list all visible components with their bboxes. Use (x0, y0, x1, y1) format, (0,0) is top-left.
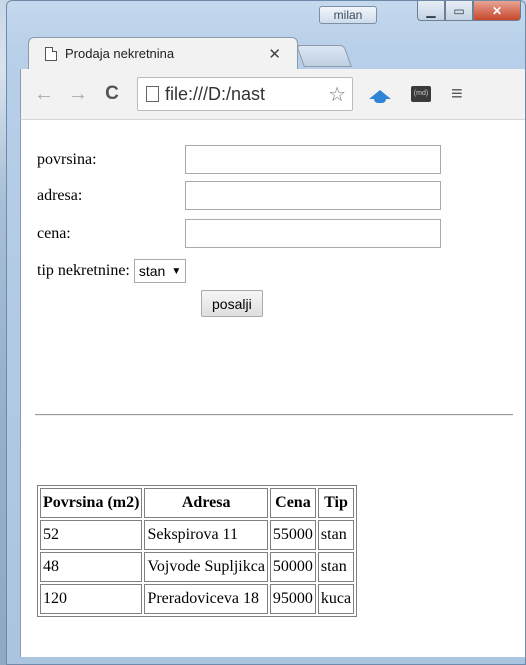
povrsina-input[interactable] (185, 145, 441, 174)
table-row: 48 Vojvode Supljikca 50000 stan (40, 552, 355, 582)
posalji-button[interactable]: posalji (201, 290, 263, 317)
cena-input[interactable] (185, 219, 441, 248)
cell-adresa: Sekspirova 11 (144, 520, 268, 550)
tab-title: Prodaja nekretnina (65, 46, 175, 61)
cell-tip: kuca (317, 584, 355, 614)
cell-adresa: Preradoviceva 18 (144, 584, 268, 614)
cell-cena: 50000 (269, 552, 316, 582)
maximize-button[interactable]: ▭ (445, 1, 473, 21)
cell-adresa: Vojvode Supljikca (144, 552, 268, 582)
browser-toolbar: ← → C file:///D:/nast ☆ (md) ≡ (20, 69, 525, 119)
file-page-icon (146, 86, 159, 102)
form-row-cena: cena: (37, 219, 441, 248)
profile-button[interactable]: milan (319, 6, 377, 24)
header-adresa: Adresa (144, 488, 268, 518)
minimize-icon: ▁ (426, 3, 436, 18)
cell-povrsina: 120 (40, 584, 143, 614)
address-bar[interactable]: file:///D:/nast ☆ (137, 77, 353, 111)
hamburger-menu-icon[interactable]: ≡ (451, 83, 463, 106)
graduation-cap-extension-icon[interactable] (369, 89, 391, 103)
reload-icon[interactable]: C (101, 83, 123, 105)
window-controls: ▁ ▭ ✕ (417, 1, 521, 21)
page-content: povrsina: adresa: cena: tip nekretnine: … (20, 119, 525, 657)
header-cena: Cena (269, 488, 316, 518)
back-arrow-icon[interactable]: ← (33, 83, 55, 106)
minimize-button[interactable]: ▁ (417, 1, 445, 21)
cell-cena: 95000 (269, 584, 316, 614)
close-icon: ✕ (491, 3, 503, 18)
new-tab-button[interactable] (295, 45, 353, 67)
cell-tip: stan (317, 552, 355, 582)
table-row: 120 Preradoviceva 18 95000 kuca (40, 584, 355, 614)
tab-close-icon[interactable]: ✕ (268, 45, 281, 63)
povrsina-label: povrsina: (37, 150, 97, 168)
adresa-label: adresa: (37, 186, 83, 204)
dropdown-arrow-icon: ▼ (171, 265, 182, 277)
header-povrsina: Povrsina (m2) (40, 488, 143, 518)
table-header-row: Povrsina (m2) Adresa Cena Tip (40, 488, 355, 518)
cell-cena: 55000 (269, 520, 316, 550)
form-row-povrsina: povrsina: (37, 145, 441, 174)
tip-selected-value: stan (138, 263, 166, 279)
horizontal-divider (35, 414, 513, 416)
close-window-button[interactable]: ✕ (473, 1, 521, 21)
page-document-icon (45, 46, 57, 61)
cell-povrsina: 52 (40, 520, 143, 550)
form-row-adresa: adresa: (37, 181, 441, 210)
form-row-tip: tip nekretnine: stan ▼ (37, 259, 187, 283)
bookmark-star-icon[interactable]: ☆ (328, 82, 346, 107)
maximize-icon: ▭ (453, 3, 465, 18)
cell-tip: stan (317, 520, 355, 550)
adresa-input[interactable] (185, 181, 441, 210)
table-row: 52 Sekspirova 11 55000 stan (40, 520, 355, 550)
tab-prodaja-nekretnina[interactable]: Prodaja nekretnina ✕ (28, 37, 298, 69)
cena-label: cena: (37, 224, 71, 242)
header-tip: Tip (317, 488, 355, 518)
tip-nekretnine-label: tip nekretnine: (37, 262, 130, 279)
forward-arrow-icon[interactable]: → (67, 83, 89, 106)
properties-table: Povrsina (m2) Adresa Cena Tip 52 Sekspir… (37, 485, 358, 617)
address-text: file:///D:/nast (165, 83, 266, 104)
cell-povrsina: 48 (40, 552, 143, 582)
markdown-extension-icon[interactable]: (md) (411, 86, 431, 102)
tip-nekretnine-select[interactable]: stan ▼ (133, 259, 187, 283)
